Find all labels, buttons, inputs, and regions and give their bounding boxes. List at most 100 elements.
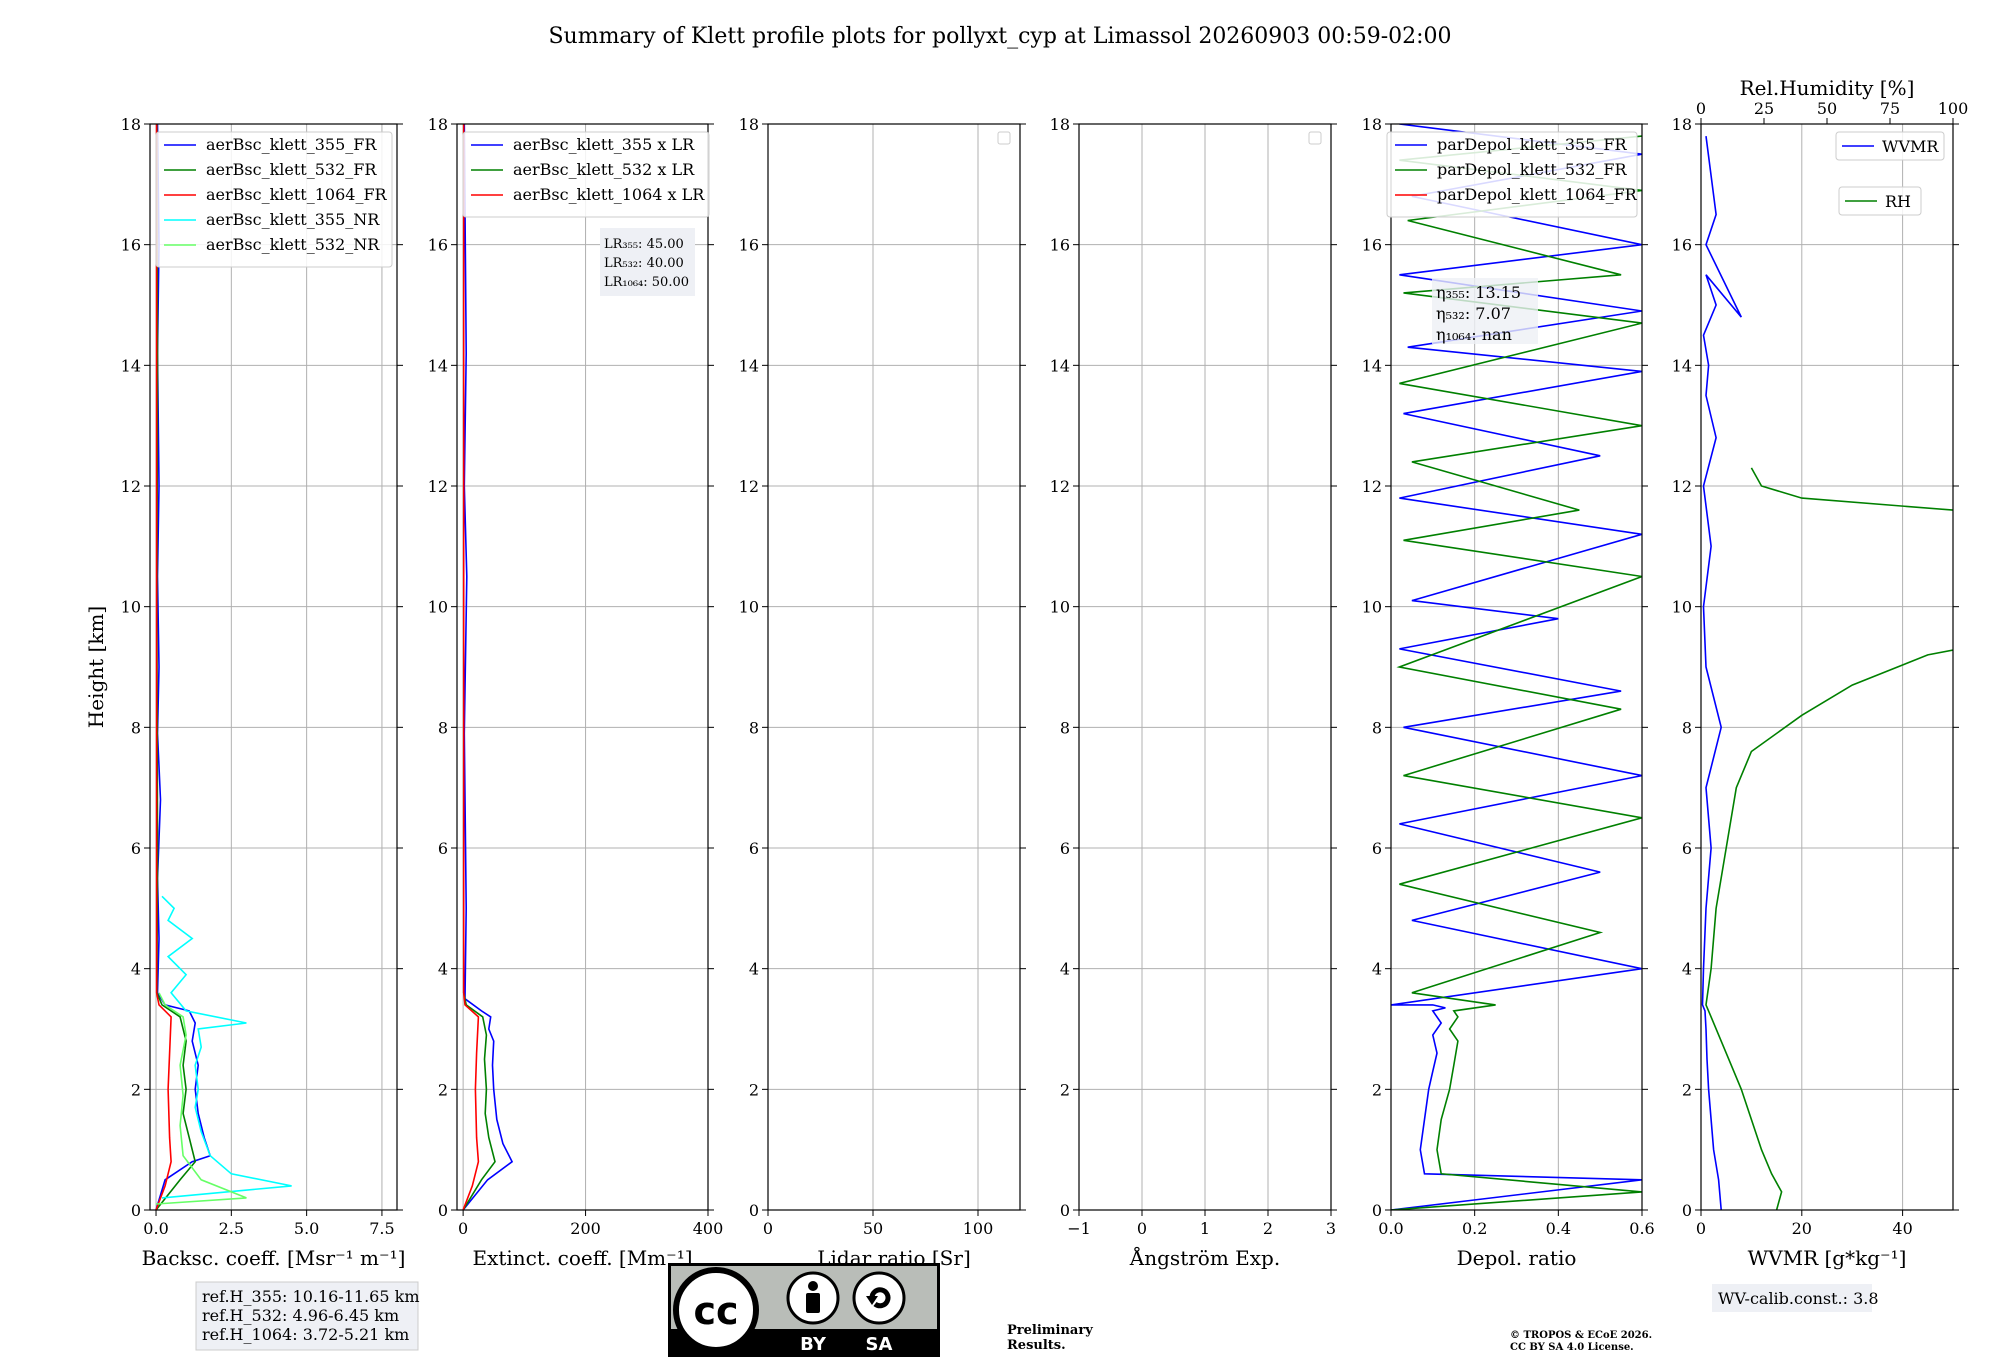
top-x-axis-label: Rel.Humidity [%] (1740, 76, 1915, 100)
ref-h-1064: ref.H_1064: 3.72-5.21 km (202, 1325, 409, 1344)
y-tick-label: 0 (1682, 1201, 1692, 1220)
y-tick-label: 6 (438, 839, 448, 858)
x-axis-label: Extinct. coeff. [Mm⁻¹] (472, 1246, 692, 1270)
eta-annotation: η₅₃₂: 7.07 (1436, 304, 1511, 323)
figure-title: Summary of Klett profile plots for polly… (548, 24, 1451, 49)
badge-sa-label: SA (866, 1334, 893, 1355)
axes-frame (149, 123, 398, 1211)
x-axis-label: Backsc. coeff. [Msr⁻¹ m⁻¹] (142, 1246, 406, 1270)
y-tick-label: 10 (739, 598, 759, 617)
y-tick-label: 16 (1362, 236, 1382, 255)
legend-label: parDepol_klett_532_FR (1437, 160, 1628, 179)
y-tick-label: 18 (428, 115, 448, 134)
series-aerBsc_klett_355_NR (161, 895, 292, 1199)
legend-label: aerBsc_klett_1064_FR (206, 185, 388, 204)
x-tick-label: 0.0 (143, 1219, 168, 1238)
y-tick-label: 10 (1362, 598, 1382, 617)
legend-label: aerBsc_klett_532_NR (206, 235, 380, 254)
y-tick-label: 18 (1362, 115, 1382, 134)
x-tick-label: 40 (1892, 1219, 1912, 1238)
y-tick-label: 14 (428, 356, 448, 375)
panel-depol: 0 2 4 6 8 10 12 14 16 18 0.0 0.2 0.4 0.6 Depol. ratio p… (1362, 115, 1655, 1270)
y-tick-label: 0 (749, 1201, 759, 1220)
y-tick-label: 0 (438, 1201, 448, 1220)
legend-label: aerBsc_klett_355_NR (206, 210, 380, 229)
x-tick-label: 0 (1137, 1219, 1147, 1238)
y-tick-label: 2 (1372, 1080, 1382, 1099)
y-tick-label: 12 (428, 477, 448, 496)
y-tick-label: 14 (1050, 356, 1070, 375)
y-tick-label: 2 (438, 1080, 448, 1099)
axes-frame (767, 123, 1021, 1211)
x-tick-label: 1 (1200, 1219, 1210, 1238)
x-tick-label: 0 (1696, 1219, 1706, 1238)
wv-calib-label: WV-calib.const.: 3.8 (1718, 1289, 1879, 1308)
y-tick-label: 8 (438, 718, 448, 737)
y-tick-label: 16 (1050, 236, 1070, 255)
x-tick-label: 5.0 (294, 1219, 319, 1238)
top-x-tick-label: 0 (1696, 99, 1706, 118)
lr-annotation: LR₃₅₅: 45.00 (604, 237, 684, 252)
y-tick-label: 18 (1672, 115, 1692, 134)
x-tick-label: −1 (1067, 1219, 1091, 1238)
y-tick-label: 4 (1372, 960, 1382, 979)
top-x-tick-label: 75 (1880, 99, 1900, 118)
y-tick-label: 2 (131, 1080, 141, 1099)
eta-annotation: η₃₅₅: 13.15 (1436, 283, 1521, 302)
y-tick-label: 16 (121, 236, 141, 255)
badge-by-label: BY (800, 1334, 827, 1355)
x-tick-label: 0.2 (1462, 1219, 1487, 1238)
copyright-line-2: CC BY SA 4.0 License. (1510, 1342, 1634, 1353)
y-tick-label: 6 (749, 839, 759, 858)
y-tick-label: 12 (121, 477, 141, 496)
y-tick-label: 4 (749, 960, 759, 979)
panel-ae: 024681012141618−1 0 1 2 3Ångström Exp. (1050, 115, 1337, 1270)
x-tick-label: 400 (693, 1219, 724, 1238)
y-tick-label: 14 (121, 356, 141, 375)
x-tick-label: 2.5 (219, 1219, 244, 1238)
creative-commons-cc-icon: cc (673, 1267, 759, 1353)
x-tick-label: 7.5 (369, 1219, 394, 1238)
preliminary-line-1: Preliminary (1007, 1323, 1093, 1338)
y-tick-label: 14 (1362, 356, 1382, 375)
panel-ext: 0 2 4 6 8 10 12 14 16 18 0 200 400Extinct. coeff. [M… (428, 115, 724, 1270)
legend-label: aerBsc_klett_532 x LR (513, 160, 695, 179)
y-tick-label: 6 (131, 839, 141, 858)
y-tick-label: 10 (1050, 598, 1070, 617)
y-tick-label: 0 (131, 1201, 141, 1220)
series-aerBsc_klett_355 x LR (462, 124, 514, 1210)
y-tick-label: 8 (1060, 718, 1070, 737)
x-tick-label: 0 (763, 1219, 773, 1238)
attribution-person-icon (786, 1271, 840, 1325)
legend-label: aerBsc_klett_1064 x LR (513, 185, 705, 204)
y-tick-label: 12 (1672, 477, 1692, 496)
series-RH (1705, 467, 1953, 1210)
y-tick-label: 10 (428, 598, 448, 617)
cc-license-badge: cc BY SA (668, 1263, 940, 1357)
series-group (462, 124, 514, 1210)
y-tick-label: 16 (428, 236, 448, 255)
y-tick-label: 18 (1050, 115, 1070, 134)
y-tick-label: 10 (1672, 598, 1692, 617)
top-x-tick-label: 100 (1938, 99, 1969, 118)
y-tick-label: 6 (1372, 839, 1382, 858)
legend-label: WVMR (1882, 137, 1939, 156)
y-tick-label: 10 (121, 598, 141, 617)
lr-annotation: LR₁₀₆₄: 50.00 (604, 275, 689, 290)
x-tick-label: 3 (1326, 1219, 1336, 1238)
legend-label: RH (1885, 192, 1911, 211)
panel-bsc: 0 2 4 6 8 10 12 14 16 18 0.0 2.5 5.0 7.5 Backsc. coeff… (84, 115, 405, 1270)
series-aerBsc_klett_532_FR (155, 124, 197, 1210)
y-tick-label: 14 (1672, 356, 1692, 375)
panel-lr: 0246810121416180 50 100Lidar ratio [Sr] (739, 115, 1026, 1270)
y-tick-label: 2 (1060, 1080, 1070, 1099)
top-x-tick-label: 50 (1817, 99, 1837, 118)
y-tick-label: 16 (1672, 236, 1692, 255)
y-tick-label: 4 (131, 960, 141, 979)
legend-label: aerBsc_klett_532_FR (206, 160, 377, 179)
y-axis-label: Height [km] (84, 606, 108, 728)
x-tick-label: 0.0 (1378, 1219, 1403, 1238)
legend-label: parDepol_klett_1064_FR (1437, 185, 1638, 204)
panels-group: 0246810121416180.0 2.5 5.0 7.5Backsc. coeff… (84, 76, 1969, 1312)
share-alike-icon (852, 1271, 906, 1325)
